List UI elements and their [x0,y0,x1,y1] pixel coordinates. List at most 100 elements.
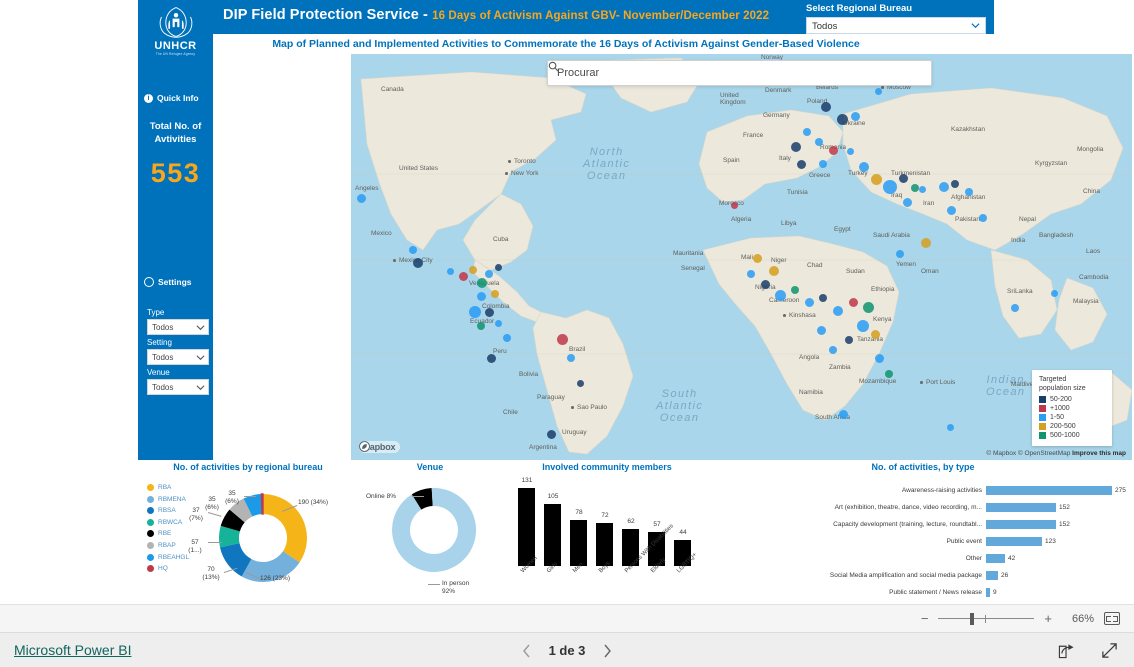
legend-item-rbmena[interactable]: RBMENA [147,495,189,503]
map-bubble[interactable] [357,194,366,203]
map-bubble[interactable] [485,308,494,317]
legend-item-rbwca[interactable]: RBWCA [147,518,189,526]
map-bubble[interactable] [1011,304,1019,312]
map-bubble[interactable] [921,238,931,248]
map-bubble[interactable] [965,188,973,196]
map-bubble[interactable] [447,268,454,275]
bar-row-awareness[interactable]: Awareness-raising activities 275 [720,485,1126,496]
bar-fill[interactable] [986,503,1056,512]
bar-boys[interactable] [596,523,613,566]
map-bubble[interactable] [859,162,869,172]
zoom-in-button[interactable]: + [1044,611,1052,626]
map-bubble[interactable] [747,270,755,278]
chevron-right-icon[interactable] [603,644,612,658]
map-bubble[interactable] [951,180,959,188]
map-search-input[interactable]: Procurar [547,60,932,86]
fullscreen-icon[interactable] [1101,642,1118,659]
visual-activities-by-regional-bureau[interactable]: No. of activities by regional bureau RBA… [138,460,358,604]
bar-row-other[interactable]: Other 42 [720,553,1126,564]
bar-row-public-statement[interactable]: Public statement / News release 9 [720,587,1126,598]
map-bubble[interactable] [863,302,874,313]
map-bubble[interactable] [487,354,496,363]
map-bubble[interactable] [817,326,826,335]
map-bubble[interactable] [883,180,897,194]
improve-map-link[interactable]: Improve this map [1072,450,1126,457]
legend-item-rbe[interactable]: RBE [147,530,189,538]
bar-women[interactable] [518,488,535,566]
map-bubble[interactable] [845,336,853,344]
regional-bureau-select[interactable]: Todos [806,17,986,34]
bar-men[interactable] [570,520,587,566]
bar-fill[interactable] [986,486,1112,495]
map-bubble[interactable] [871,330,880,339]
map-bubble[interactable] [805,298,814,307]
bar-fill[interactable] [986,520,1056,529]
share-icon[interactable] [1058,642,1075,659]
map-bubble[interactable] [577,380,584,387]
map-bubble[interactable] [503,334,511,342]
filter-type-select[interactable]: Todos [147,319,209,335]
map-bubble[interactable] [919,186,926,193]
map-bubble[interactable] [979,214,987,222]
map-bubble[interactable] [885,370,893,378]
bar-row-art[interactable]: Art (exhibition, theatre, dance, video r… [720,502,1126,513]
map-bubble[interactable] [896,250,904,258]
map-bubble[interactable] [775,290,786,301]
map-bubble[interactable] [1051,290,1058,297]
map-bubble[interactable] [495,320,502,327]
map-legend-item[interactable]: 50-200 [1039,396,1105,403]
map-bubble[interactable] [477,278,487,288]
map-bubble[interactable] [567,354,575,362]
map-bubble[interactable] [815,138,823,146]
map-bubble[interactable] [939,182,949,192]
map-bubble[interactable] [911,184,919,192]
map-bubble[interactable] [477,322,485,330]
bar-fill[interactable] [986,571,998,580]
map-bubble[interactable] [837,114,848,125]
bar-girls[interactable] [544,504,561,566]
legend-item-rbsa[interactable]: RBSA [147,507,189,515]
map-bubble[interactable] [469,266,477,274]
map-bubble[interactable] [833,306,843,316]
map-bubble[interactable] [839,410,848,419]
map-bubble[interactable] [485,270,493,278]
filter-venue-select[interactable]: Todos [147,379,209,395]
map-bubble[interactable] [731,202,738,209]
map-bubble[interactable] [477,292,486,301]
bar-fill[interactable] [986,588,990,597]
bar-fill[interactable] [986,554,1005,563]
map-bubble[interactable] [821,102,831,112]
map-bubble[interactable] [803,128,811,136]
map-bubble[interactable] [469,306,481,318]
map-bubble[interactable] [791,286,799,294]
map-bubble[interactable] [829,146,838,155]
visual-activities-by-type[interactable]: No. of activities, by type Awareness-rai… [714,460,1132,604]
map-bubble[interactable] [871,174,882,185]
map-legend-item[interactable]: +1000 [1039,405,1105,412]
zoom-slider[interactable] [938,612,1035,625]
map-bubble[interactable] [491,290,499,298]
map-bubble[interactable] [791,142,801,152]
map-bubble[interactable] [849,298,858,307]
fit-to-page-icon[interactable] [1104,612,1120,625]
map-bubble[interactable] [851,112,860,121]
chevron-left-icon[interactable] [522,644,531,658]
map-bubble[interactable] [413,258,423,268]
map-bubble[interactable] [753,254,762,263]
map-bubble[interactable] [875,354,884,363]
map-bubble[interactable] [875,88,882,95]
zoom-slider-thumb[interactable] [970,612,975,625]
zoom-out-button[interactable]: − [921,611,929,626]
map-bubble[interactable] [761,280,770,289]
bar-row-social-media[interactable]: Social Media amplification and social me… [720,570,1126,581]
activities-map[interactable]: North Atlantic Ocean South Atlantic Ocean In… [351,54,1132,460]
legend-item-hq[interactable]: HQ [147,565,189,573]
map-bubble[interactable] [903,198,912,207]
map-bubble[interactable] [947,424,954,431]
map-bubble[interactable] [769,266,779,276]
map-bubble[interactable] [899,174,908,183]
map-bubble[interactable] [819,160,827,168]
map-bubble[interactable] [819,294,827,302]
bar-row-capacity[interactable]: Capacity development (training, lecture,… [720,519,1126,530]
bar-row-public-event[interactable]: Public event 123 [720,536,1126,547]
